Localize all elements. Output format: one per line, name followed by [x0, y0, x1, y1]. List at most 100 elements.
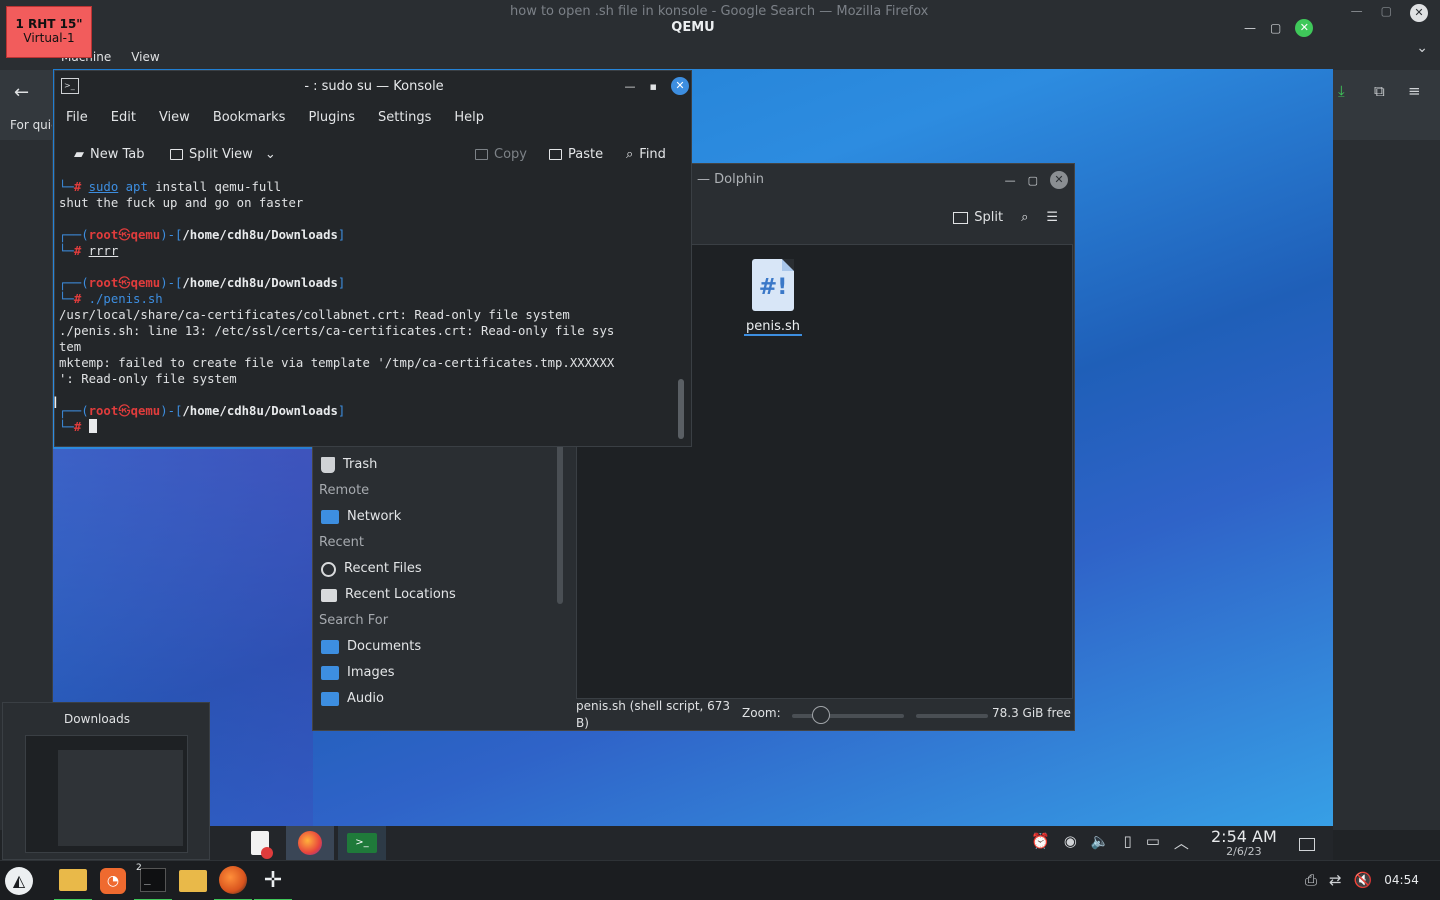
audio-folder-icon: [321, 692, 339, 706]
host-taskbar-files[interactable]: [174, 861, 212, 900]
find-button[interactable]: ⌕ Find: [626, 147, 666, 162]
extensions-icon[interactable]: ⧉: [1374, 82, 1385, 100]
split-view-button[interactable]: Split View ⌄: [170, 147, 276, 162]
konsole-close-icon[interactable]: ✕: [671, 77, 689, 95]
file-item[interactable]: #! penis.sh: [743, 259, 803, 336]
menu-plugins[interactable]: Plugins: [308, 107, 355, 129]
sidebar-item-audio[interactable]: Audio: [317, 686, 552, 712]
prompt-branch: └─: [59, 244, 74, 258]
prompt-frame: ]: [337, 404, 346, 418]
guest-taskbar: >_ ⏰ ◉ 🔈 ▯ ▭ ︿ 2:54 AM 2/6/23: [53, 826, 1333, 860]
host-taskbar-qemu[interactable]: [214, 861, 252, 900]
thumbnail-preview[interactable]: [25, 735, 188, 853]
copy-button[interactable]: Copy: [475, 147, 527, 162]
host-close-icon[interactable]: ✕: [1410, 4, 1428, 22]
network-transfer-icon[interactable]: ⇄: [1329, 871, 1342, 889]
sidebar-item-network[interactable]: Network: [317, 504, 552, 530]
cmd-rest: install qemu-full: [147, 180, 282, 194]
prompt-path: /home/cdh8u/Downloads: [182, 228, 338, 242]
menu-view[interactable]: View: [159, 107, 190, 129]
download-icon[interactable]: ⤓: [1338, 82, 1345, 100]
host-taskbar-file-manager[interactable]: [54, 861, 92, 900]
guest-taskbar-firefox[interactable]: [286, 826, 334, 860]
back-arrow-icon[interactable]: ←: [14, 82, 29, 103]
dolphin-toolbar: Split ⌕ ☰: [953, 210, 1058, 225]
sidebar-item-label: Audio: [347, 691, 384, 706]
prompt-host: qemu: [130, 404, 161, 418]
app-launcher-icon[interactable]: ◭: [5, 867, 33, 895]
prompt-path: /home/cdh8u/Downloads: [182, 404, 338, 418]
firefox-icon: [298, 831, 322, 855]
chevron-up-icon[interactable]: ︿: [1174, 832, 1189, 853]
prompt-frame: ┌──(: [59, 228, 89, 242]
qemu-menu-view[interactable]: View: [131, 50, 159, 64]
dolphin-maximize-icon[interactable]: ▢: [1028, 174, 1038, 187]
mute-icon[interactable]: 🔇: [1354, 871, 1373, 889]
show-desktop-icon[interactable]: [1299, 838, 1315, 851]
terminal-scrollbar[interactable]: [678, 379, 684, 439]
terminal-app-icon: >_: [347, 833, 377, 853]
prompt-hash: #: [73, 244, 82, 258]
new-tab-button[interactable]: ▰ New Tab: [74, 147, 145, 162]
sidebar-item-images[interactable]: Images: [317, 660, 552, 686]
qemu-minimize-icon[interactable]: —: [1244, 21, 1256, 35]
split-button[interactable]: Split: [953, 210, 1003, 225]
free-space-bar: [916, 714, 988, 718]
guest-clock[interactable]: 2:54 AM 2/6/23: [1211, 828, 1277, 858]
guest-taskbar-terminal-app[interactable]: >_: [338, 826, 386, 860]
prompt-branch: └─: [59, 420, 74, 434]
folder-icon: [59, 869, 87, 891]
cmd-typed: ./penis.sh: [88, 292, 163, 306]
terminal-output[interactable]: └─# sudo apt install qemu-full shut the …: [59, 179, 667, 444]
sidebar-item-documents[interactable]: Documents: [317, 634, 552, 660]
menu-bookmarks[interactable]: Bookmarks: [213, 107, 286, 129]
network-icon[interactable]: ▭: [1146, 832, 1160, 853]
volume-icon[interactable]: 🔈: [1091, 832, 1110, 853]
qemu-close-icon[interactable]: ✕: [1295, 19, 1314, 37]
sidebar-item-trash[interactable]: Trash: [317, 452, 552, 478]
konsole-maximize-icon[interactable]: ▪: [650, 80, 657, 93]
host-firefox-window-controls: — ▢ ✕: [1351, 4, 1428, 22]
hamburger-menu-icon[interactable]: ☰: [1046, 210, 1058, 225]
hamburger-menu-icon[interactable]: ≡: [1408, 82, 1421, 100]
dolphin-title: — Dolphin: [697, 172, 765, 187]
qemu-maximize-icon[interactable]: ▢: [1270, 21, 1281, 35]
chevron-down-icon[interactable]: ⌄: [265, 147, 276, 162]
updates-icon[interactable]: ◉: [1064, 832, 1077, 853]
paste-button[interactable]: Paste: [549, 147, 603, 162]
menu-file[interactable]: File: [66, 107, 88, 129]
host-right-toolbar: [1333, 70, 1440, 140]
host-minimize-icon[interactable]: —: [1351, 4, 1363, 22]
alarm-icon[interactable]: ⏰: [1031, 832, 1050, 853]
sidebar-item-recent-files[interactable]: Recent Files: [317, 556, 552, 582]
host-taskbar-move-tool[interactable]: ✛: [254, 861, 292, 900]
usb-device-icon[interactable]: ▯: [1123, 832, 1131, 853]
chevron-down-icon[interactable]: ⌄: [1416, 40, 1428, 56]
host-clock[interactable]: 04:54: [1384, 873, 1419, 887]
zoom-slider[interactable]: [792, 714, 904, 718]
menu-help[interactable]: Help: [454, 107, 484, 129]
host-taskbar-ubuntu[interactable]: ◔: [94, 861, 132, 900]
guest-taskbar-document-app[interactable]: [236, 826, 284, 860]
host-maximize-icon[interactable]: ▢: [1381, 4, 1392, 22]
cmd-typed: rrrr: [88, 244, 119, 258]
paste-label: Paste: [568, 147, 604, 162]
dolphin-minimize-icon[interactable]: —: [1005, 174, 1016, 187]
sidebar-item-recent-locations[interactable]: Recent Locations: [317, 582, 552, 608]
printer-icon[interactable]: ⎙: [1305, 871, 1317, 889]
sidebar-item-label: Images: [347, 665, 395, 680]
konsole-minimize-icon[interactable]: —: [625, 80, 636, 93]
konsole-titlebar: >_ - : sudo su — Konsole — ▪ ✕: [55, 71, 693, 103]
zoom-slider-handle[interactable]: [812, 706, 830, 724]
menu-settings[interactable]: Settings: [378, 107, 431, 129]
prompt-hash: #: [73, 420, 82, 434]
text-cursor: [88, 419, 97, 433]
window-thumbnail-popup[interactable]: Downloads: [2, 702, 210, 860]
guest-clock-date: 2/6/23: [1226, 845, 1262, 858]
host-taskbar-terminal[interactable]: 2 _: [134, 861, 172, 900]
menu-edit[interactable]: Edit: [111, 107, 136, 129]
dolphin-close-icon[interactable]: ✕: [1050, 171, 1068, 189]
paste-icon: [549, 149, 562, 160]
search-icon[interactable]: ⌕: [1021, 210, 1028, 225]
sidebar-scrollbar[interactable]: [557, 434, 563, 604]
